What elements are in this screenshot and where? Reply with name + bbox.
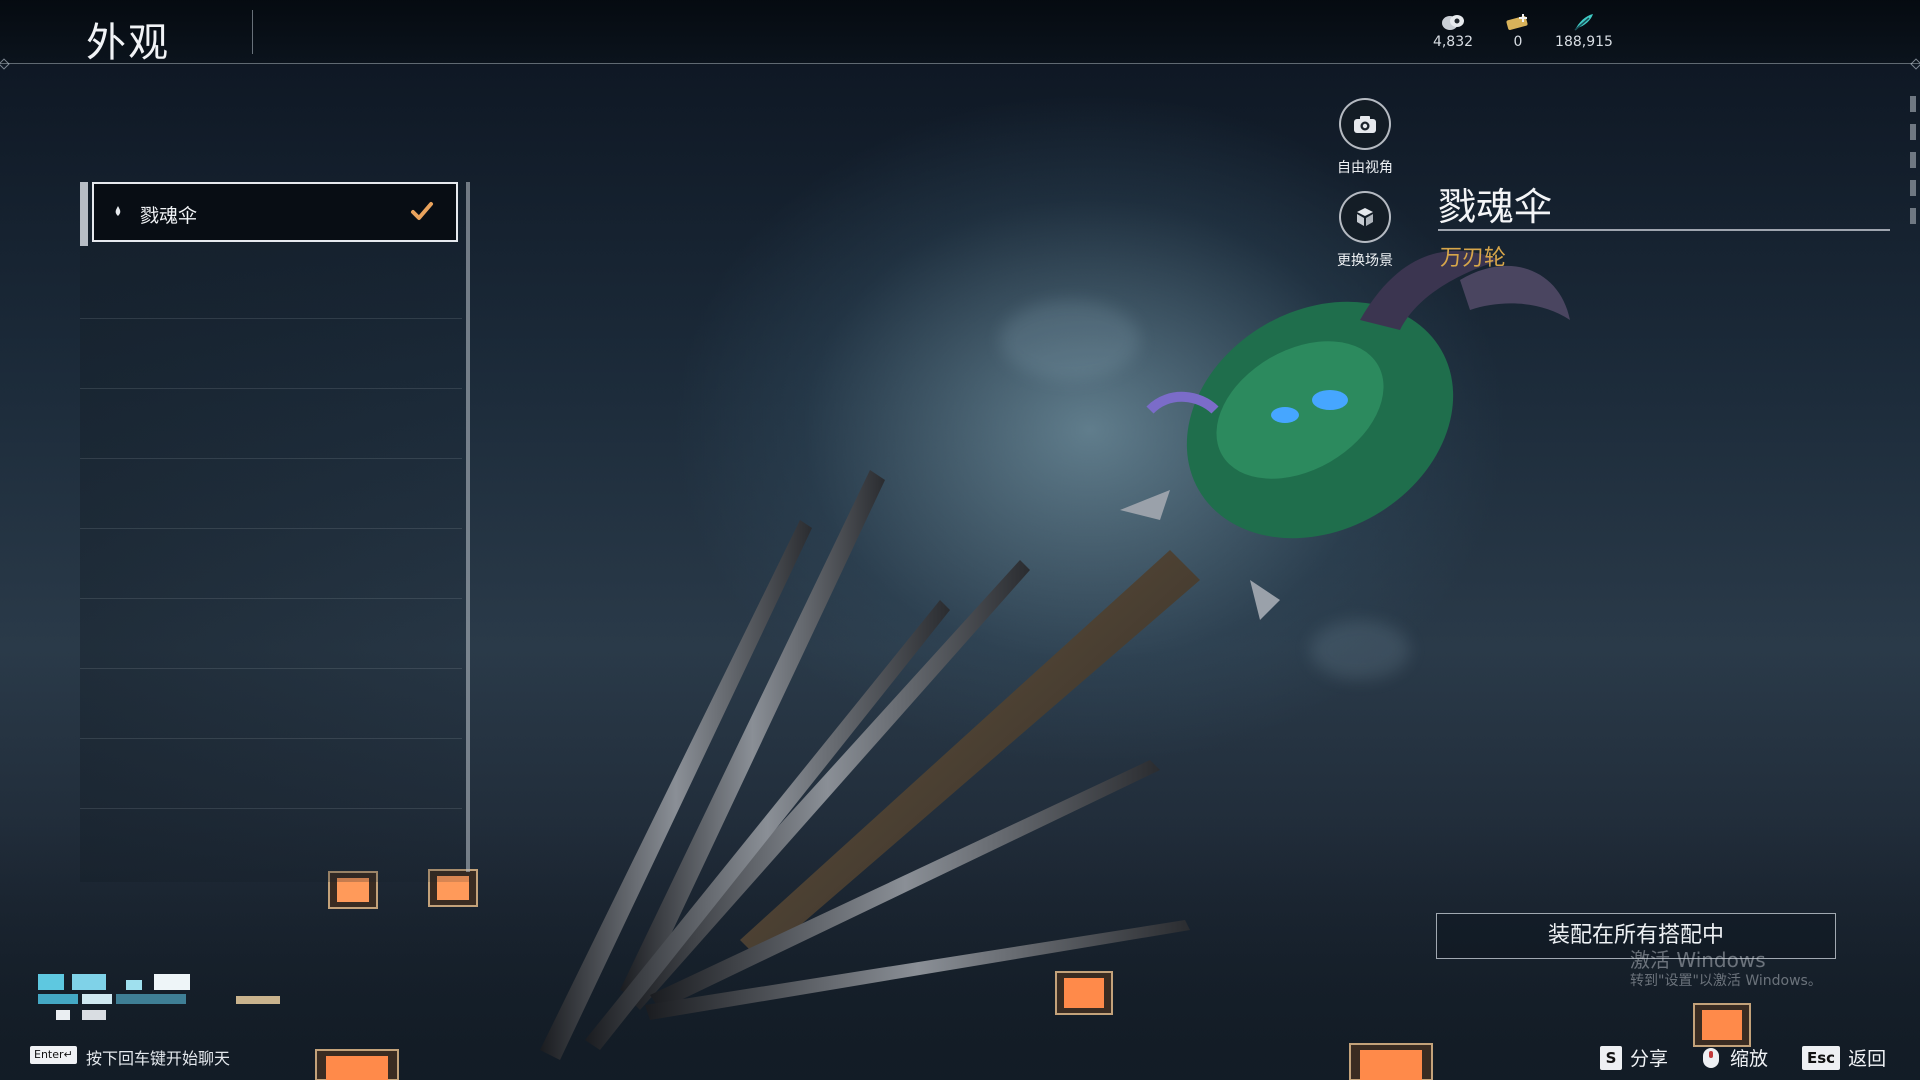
header-divider: [0, 63, 1920, 64]
zoom-label: 缩放: [1730, 1048, 1769, 1070]
list-row-divider: [80, 738, 462, 739]
lantern-decoration: [315, 1049, 399, 1080]
enter-key-badge: Enter↵: [30, 1046, 77, 1064]
title-separator: [252, 10, 253, 54]
right-scroll-indicator[interactable]: [1910, 96, 1918, 266]
list-row-divider: [80, 598, 462, 599]
share-hint[interactable]: S 分享: [1600, 1044, 1668, 1071]
item-name: 戮魂伞: [1438, 185, 1553, 229]
list-row-divider: [80, 318, 462, 319]
droplet-icon: [115, 206, 121, 216]
page-title: 外观: [86, 20, 170, 66]
back-label: 返回: [1848, 1048, 1887, 1070]
share-label: 分享: [1630, 1048, 1669, 1070]
coin-pouch-icon: [1442, 15, 1464, 30]
list-row-divider: [80, 458, 462, 459]
change-scene-button[interactable]: 更换场景: [1320, 191, 1410, 270]
list-row-divider: [80, 388, 462, 389]
ticket-plus-icon: [1506, 14, 1528, 30]
item-title-underline: [1438, 229, 1890, 231]
currency-value: 188,915: [1555, 34, 1613, 50]
lantern-decoration: [1693, 1003, 1751, 1047]
list-item-selected[interactable]: 戮魂伞: [92, 182, 458, 242]
list-item-label: 戮魂伞: [140, 205, 198, 227]
list-row-divider: [80, 808, 462, 809]
back-hint[interactable]: Esc 返回: [1802, 1044, 1886, 1071]
windows-activation-hint: 转到"设置"以激活 Windows。: [1630, 973, 1822, 989]
check-icon: [411, 202, 433, 220]
share-key: S: [1600, 1045, 1622, 1070]
scene-box-icon: [1339, 191, 1391, 243]
top-bar: [0, 0, 1920, 64]
panel-selection-rail: [80, 182, 88, 246]
lantern-decoration: [1349, 1043, 1433, 1080]
free-camera-label: 自由视角: [1337, 160, 1393, 176]
lantern-decoration: [1055, 971, 1113, 1015]
currency-feather: 188,915: [1539, 12, 1629, 50]
zoom-hint[interactable]: 缩放: [1700, 1044, 1768, 1071]
mouse-wheel-icon: [1703, 1047, 1719, 1068]
list-row-divider: [80, 528, 462, 529]
skin-list-panel: [80, 182, 470, 882]
esc-key: Esc: [1802, 1045, 1841, 1070]
chat-hint[interactable]: 按下回车键开始聊天: [86, 1045, 230, 1069]
camera-icon: [1339, 98, 1391, 150]
windows-activation-watermark: 激活 Windows: [1630, 948, 1766, 972]
item-category: 万刃轮: [1440, 246, 1507, 271]
feather-icon: [1574, 14, 1593, 31]
change-scene-label: 更换场景: [1337, 253, 1393, 269]
panel-scrollbar[interactable]: [466, 182, 470, 872]
free-camera-button[interactable]: 自由视角: [1320, 98, 1410, 177]
list-row-divider: [80, 668, 462, 669]
censored-player-name: [36, 970, 286, 1040]
